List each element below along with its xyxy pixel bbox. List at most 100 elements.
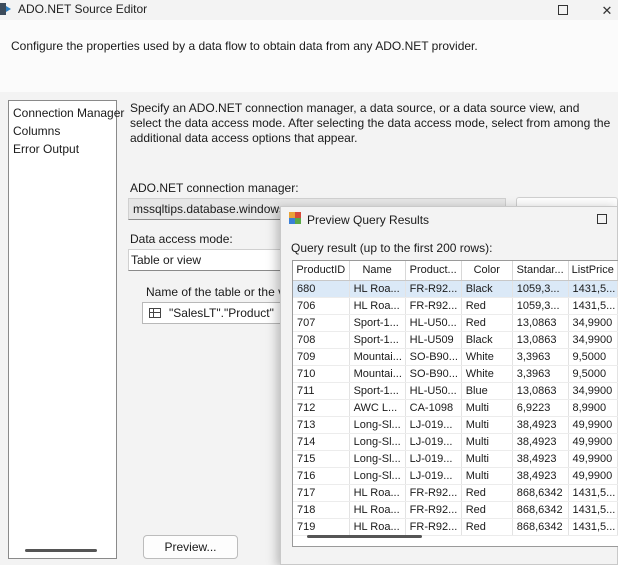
- table-row[interactable]: 709 Mountai... SO-B90... White 3,3963 9,5000: [293, 348, 618, 366]
- results-header-row: ProductID Name Product... Color Standar.…: [293, 261, 618, 281]
- table-row[interactable]: 711 Sport-1... HL-U50... Blue 13,0863 34,9900: [293, 382, 618, 400]
- nav-item-columns[interactable]: Columns: [13, 124, 60, 138]
- nav-horizontal-scrollbar[interactable]: [25, 549, 97, 552]
- description-panel: Configure the properties used by a data …: [0, 20, 618, 92]
- table-cell: 1431,5...: [568, 501, 618, 519]
- table-cell: FR-R92...: [405, 484, 462, 502]
- table-cell: FR-R92...: [405, 501, 462, 519]
- table-cell: 708: [293, 331, 350, 349]
- connection-manager-instructions: Specify an ADO.NET connection manager, a…: [130, 101, 611, 145]
- connection-manager-label: ADO.NET connection manager:: [130, 181, 299, 195]
- table-cell: 3,3963: [512, 348, 569, 366]
- table-cell: 719: [293, 518, 350, 536]
- table-cell: 34,9900: [568, 314, 618, 332]
- table-cell: Red: [461, 314, 513, 332]
- table-name-value: "SalesLT"."Product": [169, 306, 274, 320]
- table-cell: Mountai...: [349, 348, 406, 366]
- table-cell: Red: [461, 518, 513, 536]
- table-name-select[interactable]: "SalesLT"."Product": [142, 302, 288, 324]
- column-header-productid[interactable]: ProductID: [293, 261, 350, 281]
- table-cell: 34,9900: [568, 382, 618, 400]
- column-header-color[interactable]: Color: [461, 261, 513, 281]
- ado-net-source-editor-window: ADO.NET Source Editor ✕ Configure the pr…: [0, 0, 618, 565]
- table-icon: [149, 308, 161, 318]
- table-cell: 9,5000: [568, 365, 618, 383]
- table-cell: 38,4923: [512, 467, 569, 485]
- table-cell: 710: [293, 365, 350, 383]
- table-cell: 707: [293, 314, 350, 332]
- table-cell: Sport-1...: [349, 331, 406, 349]
- table-cell: 6,9223: [512, 399, 569, 417]
- close-button[interactable]: ✕: [587, 0, 618, 20]
- table-row[interactable]: 719 HL Roa... FR-R92... Red 868,6342 1431,5..…: [293, 518, 618, 536]
- column-header-listprice[interactable]: ListPrice: [568, 261, 618, 281]
- table-cell: CA-1098: [405, 399, 462, 417]
- preview-button[interactable]: Preview...: [143, 535, 238, 559]
- table-cell: 1059,3...: [512, 280, 569, 298]
- column-header-standardcost[interactable]: Standar...: [512, 261, 569, 281]
- results-body: 680 HL Roa... FR-R92... Black 1059,3... 1431,…: [293, 280, 618, 536]
- table-cell: White: [461, 365, 513, 383]
- table-row[interactable]: 707 Sport-1... HL-U50... Red 13,0863 34,9900: [293, 314, 618, 332]
- query-result-label: Query result (up to the first 200 rows):: [291, 241, 493, 255]
- table-cell: 1431,5...: [568, 280, 618, 298]
- table-cell: SO-B90...: [405, 348, 462, 366]
- table-cell: 1059,3...: [512, 297, 569, 315]
- table-row[interactable]: 715 Long-Sl... LJ-019... Multi 38,4923 49,990…: [293, 450, 618, 468]
- column-header-productnumber[interactable]: Product...: [405, 261, 462, 281]
- table-row[interactable]: 714 Long-Sl... LJ-019... Multi 38,4923 49,990…: [293, 433, 618, 451]
- table-cell: Black: [461, 280, 513, 298]
- maximize-button[interactable]: [543, 0, 583, 20]
- table-cell: FR-R92...: [405, 518, 462, 536]
- table-cell: White: [461, 348, 513, 366]
- table-cell: 49,9900: [568, 416, 618, 434]
- table-row[interactable]: 710 Mountai... SO-B90... White 3,3963 9,5000: [293, 365, 618, 383]
- table-cell: 709: [293, 348, 350, 366]
- table-cell: 714: [293, 433, 350, 451]
- table-row[interactable]: 713 Long-Sl... LJ-019... Multi 38,4923 49,990…: [293, 416, 618, 434]
- table-cell: Multi: [461, 433, 513, 451]
- nav-item-error-output[interactable]: Error Output: [13, 142, 79, 156]
- table-cell: 38,4923: [512, 433, 569, 451]
- table-cell: 8,9900: [568, 399, 618, 417]
- table-cell: Black: [461, 331, 513, 349]
- close-icon: ✕: [601, 2, 613, 18]
- table-row[interactable]: 718 HL Roa... FR-R92... Red 868,6342 1431,5..…: [293, 501, 618, 519]
- table-cell: 717: [293, 484, 350, 502]
- table-cell: 706: [293, 297, 350, 315]
- table-cell: Sport-1...: [349, 314, 406, 332]
- table-cell: 1431,5...: [568, 484, 618, 502]
- table-cell: Mountai...: [349, 365, 406, 383]
- table-cell: Sport-1...: [349, 382, 406, 400]
- table-cell: 712: [293, 399, 350, 417]
- table-row[interactable]: 717 HL Roa... FR-R92... Red 868,6342 1431,5..…: [293, 484, 618, 502]
- results-table: ProductID Name Product... Color Standar.…: [293, 261, 618, 536]
- table-row[interactable]: 706 HL Roa... FR-R92... Red 1059,3... 1431,5.…: [293, 297, 618, 315]
- table-row[interactable]: 708 Sport-1... HL-U509 Black 13,0863 34,9900: [293, 331, 618, 349]
- table-cell: 868,6342: [512, 484, 569, 502]
- table-cell: Multi: [461, 467, 513, 485]
- table-cell: 713: [293, 416, 350, 434]
- column-header-name[interactable]: Name: [349, 261, 406, 281]
- table-row[interactable]: 680 HL Roa... FR-R92... Black 1059,3... 1431,…: [293, 280, 618, 298]
- window-title: ADO.NET Source Editor: [18, 2, 148, 16]
- query-results-grid[interactable]: ProductID Name Product... Color Standar.…: [292, 260, 618, 547]
- table-cell: 38,4923: [512, 450, 569, 468]
- table-row[interactable]: 712 AWC L... CA-1098 Multi 6,9223 8,9900: [293, 399, 618, 417]
- table-cell: Long-Sl...: [349, 467, 406, 485]
- preview-maximize-icon[interactable]: [597, 214, 607, 224]
- table-cell: Multi: [461, 416, 513, 434]
- table-cell: HL-U509: [405, 331, 462, 349]
- table-cell: 49,9900: [568, 467, 618, 485]
- table-cell: 711: [293, 382, 350, 400]
- table-cell: LJ-019...: [405, 416, 462, 434]
- table-row[interactable]: 716 Long-Sl... LJ-019... Multi 38,4923 49,990…: [293, 467, 618, 485]
- table-cell: Blue: [461, 382, 513, 400]
- grid-horizontal-scrollbar[interactable]: [307, 535, 422, 538]
- table-cell: 716: [293, 467, 350, 485]
- preview-query-results-dialog: Preview Query Results Query result (up t…: [280, 206, 618, 565]
- data-access-mode-select[interactable]: Table or view: [128, 249, 288, 271]
- table-cell: 9,5000: [568, 348, 618, 366]
- nav-item-connection-manager[interactable]: Connection Manager: [13, 106, 124, 120]
- table-cell: 680: [293, 280, 350, 298]
